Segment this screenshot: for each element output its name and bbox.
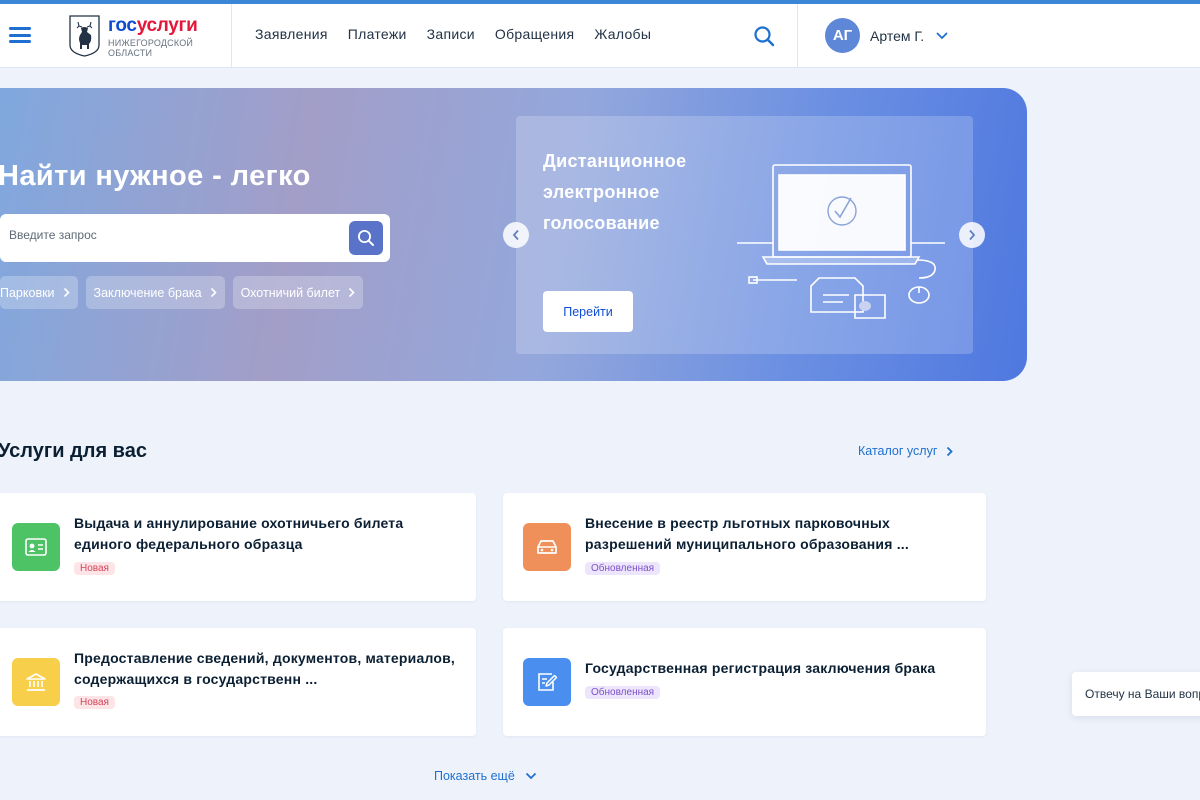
id-card-icon xyxy=(12,523,60,571)
service-card-archive-documents[interactable]: Предоставление сведений, документов, мат… xyxy=(0,628,476,736)
menu-icon[interactable] xyxy=(9,27,31,43)
logo[interactable]: госуслуги Нижегородской области xyxy=(68,15,218,59)
catalog-link-label: Каталог услуг xyxy=(858,444,938,458)
promo-card-title: Дистанционное электронное голосование xyxy=(543,151,687,233)
brand-name: госуслуги xyxy=(108,15,198,36)
site-header: госуслуги Нижегородской области Заявлени… xyxy=(0,4,1200,68)
car-icon xyxy=(523,523,571,571)
edit-document-icon xyxy=(523,658,571,706)
hero-title: Найти нужное - легко xyxy=(0,160,311,192)
user-menu[interactable]: АГ Артем Г. xyxy=(825,18,948,53)
hero-search-box xyxy=(0,214,390,262)
building-icon xyxy=(12,658,60,706)
chevron-right-icon xyxy=(969,229,976,241)
service-card-marriage-registration[interactable]: Государственная регистрация заключения б… xyxy=(503,628,986,736)
service-card-hunting-ticket[interactable]: Выдача и аннулирование охотничьего билет… xyxy=(0,493,476,601)
chevron-right-icon xyxy=(947,446,954,456)
chevron-right-icon xyxy=(210,287,217,298)
status-badge: Новая xyxy=(74,696,115,709)
show-more-button[interactable]: Показать ещё xyxy=(434,769,537,783)
search-button[interactable] xyxy=(349,221,383,255)
nav-payments[interactable]: Платежи xyxy=(348,26,407,42)
header-divider xyxy=(797,4,798,68)
go-button[interactable]: Перейти xyxy=(543,291,633,332)
chip-label: Охотничий билет xyxy=(240,285,341,300)
deer-emblem-icon xyxy=(69,15,100,57)
search-input[interactable] xyxy=(9,228,329,242)
status-badge: Обновленная xyxy=(585,562,661,575)
chip-marriage[interactable]: Заключение брака xyxy=(85,276,225,309)
chip-hunting-ticket[interactable]: Охотничий билет xyxy=(232,276,364,309)
search-icon xyxy=(358,230,374,246)
status-badge: Новая xyxy=(74,562,115,575)
service-card-parking-permits[interactable]: Внесение в реестр льготных парковочных р… xyxy=(503,493,986,601)
chat-widget[interactable]: Отвечу на Ваши вопросы xyxy=(1072,672,1200,716)
region-name: Нижегородской области xyxy=(108,38,194,58)
user-name: Артем Г. xyxy=(870,27,925,44)
chip-label: Парковки xyxy=(0,285,55,300)
chevron-down-icon xyxy=(525,772,536,780)
service-title: Внесение в реестр льготных парковочных р… xyxy=(585,515,909,552)
carousel-prev-button[interactable] xyxy=(503,222,529,248)
laptop-voting-illustration xyxy=(737,164,945,319)
service-title: Выдача и аннулирование охотничьего билет… xyxy=(74,515,404,552)
header-divider xyxy=(231,4,232,68)
nav-complaints[interactable]: Жалобы xyxy=(594,26,651,42)
catalog-link[interactable]: Каталог услуг xyxy=(858,444,954,458)
chip-label: Заключение брака xyxy=(93,285,202,300)
status-badge: Обновленная xyxy=(585,686,661,699)
chevron-right-icon xyxy=(63,287,70,298)
nav-applications[interactable]: Заявления xyxy=(255,26,328,42)
show-more-label: Показать ещё xyxy=(434,769,515,783)
nav-appeals[interactable]: Обращения xyxy=(495,26,574,42)
services-section-title: Услуги для вас xyxy=(0,440,147,462)
main-nav: Заявления Платежи Записи Обращения Жалоб… xyxy=(255,26,671,42)
chevron-right-icon xyxy=(349,287,355,298)
service-title: Государственная регистрация заключения б… xyxy=(585,660,936,676)
nav-records[interactable]: Записи xyxy=(427,26,475,42)
search-icon[interactable] xyxy=(753,25,775,47)
quick-links: Парковки Заключение брака Охотничий биле… xyxy=(0,276,371,309)
chip-parking[interactable]: Парковки xyxy=(0,276,78,309)
chevron-left-icon xyxy=(512,229,519,241)
avatar: АГ xyxy=(825,18,860,53)
chevron-down-icon xyxy=(936,32,948,39)
service-title: Предоставление сведений, документов, мат… xyxy=(74,650,456,687)
carousel-next-button[interactable] xyxy=(959,222,985,248)
